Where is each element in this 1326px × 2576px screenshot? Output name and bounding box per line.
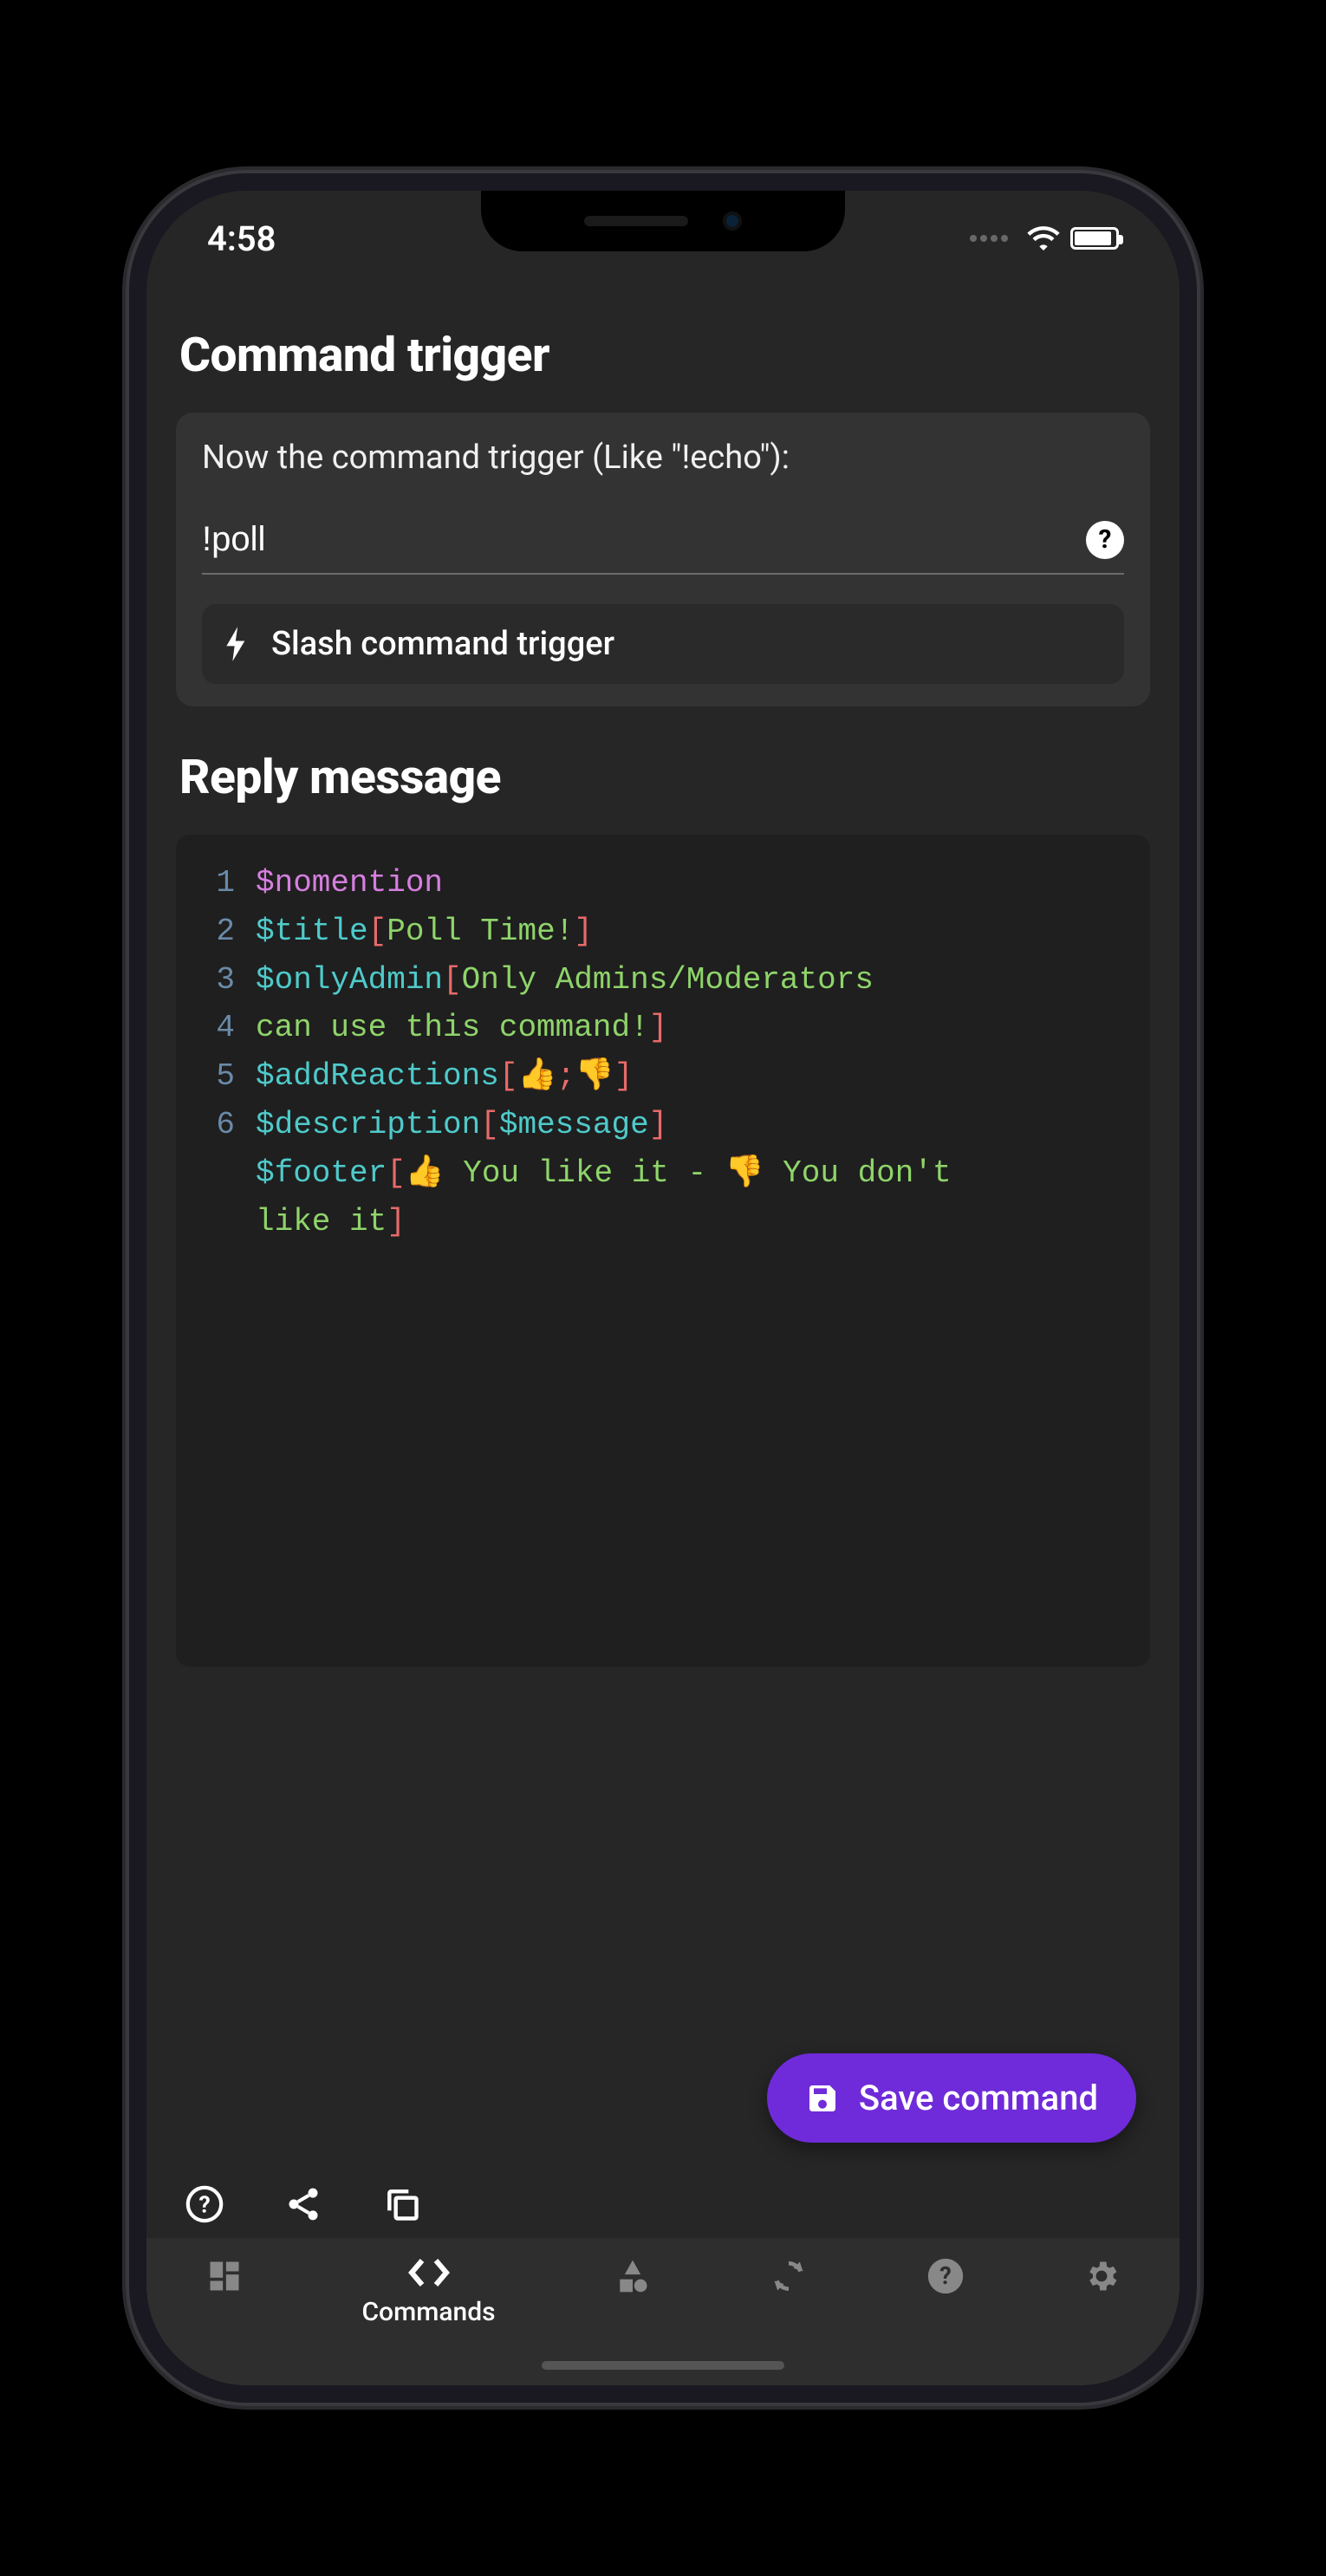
- shapes-icon: [614, 2257, 652, 2295]
- cellular-signal-icon: [970, 235, 1008, 242]
- dashboard-icon: [205, 2257, 244, 2295]
- save-command-label: Save command: [859, 2078, 1098, 2118]
- refresh-icon: [770, 2257, 808, 2295]
- notch: [481, 191, 845, 251]
- nav-dashboard[interactable]: [205, 2257, 244, 2295]
- wifi-icon: [1027, 226, 1060, 250]
- heading-reply-message: Reply message: [179, 750, 1150, 805]
- nav-commands-label: Commands: [361, 2297, 495, 2327]
- bolt-icon: [224, 627, 249, 661]
- action-row: ?: [146, 2163, 1180, 2238]
- gear-icon: [1082, 2257, 1121, 2295]
- copy-icon[interactable]: [379, 2181, 426, 2228]
- status-icons: [970, 226, 1119, 250]
- trigger-card: Now the command trigger (Like "!echo"): …: [176, 413, 1150, 706]
- help-icon[interactable]: ?: [1086, 521, 1124, 559]
- nav-refresh[interactable]: [770, 2257, 808, 2295]
- svg-text:?: ?: [939, 2261, 952, 2290]
- share-icon[interactable]: [280, 2181, 327, 2228]
- screen: 4:58 Command trigger Now the command tri…: [146, 191, 1180, 2385]
- code-icon: [408, 2257, 450, 2288]
- status-time: 4:58: [207, 218, 276, 259]
- command-trigger-input[interactable]: [202, 520, 1086, 559]
- nav-shapes[interactable]: [614, 2257, 652, 2295]
- help-outline-icon[interactable]: ?: [181, 2181, 228, 2228]
- slash-command-trigger-button[interactable]: Slash command trigger: [202, 604, 1124, 684]
- svg-text:?: ?: [198, 2191, 210, 2219]
- nav-commands[interactable]: Commands: [361, 2257, 495, 2327]
- heading-command-trigger: Command trigger: [179, 328, 1150, 383]
- slash-command-label: Slash command trigger: [271, 625, 614, 663]
- reply-code-editor[interactable]: 1$nomention2$title[Poll Time!]3$onlyAdmi…: [176, 835, 1150, 1667]
- nav-help[interactable]: ?: [926, 2257, 965, 2295]
- save-icon: [805, 2081, 840, 2116]
- phone-frame: 4:58 Command trigger Now the command tri…: [126, 170, 1200, 2406]
- home-indicator: [542, 2361, 784, 2370]
- trigger-card-label: Now the command trigger (Like "!echo"):: [202, 439, 1124, 477]
- save-command-button[interactable]: Save command: [767, 2053, 1136, 2143]
- nav-settings[interactable]: [1082, 2257, 1121, 2295]
- help-icon: ?: [926, 2257, 965, 2295]
- battery-icon: [1070, 227, 1119, 250]
